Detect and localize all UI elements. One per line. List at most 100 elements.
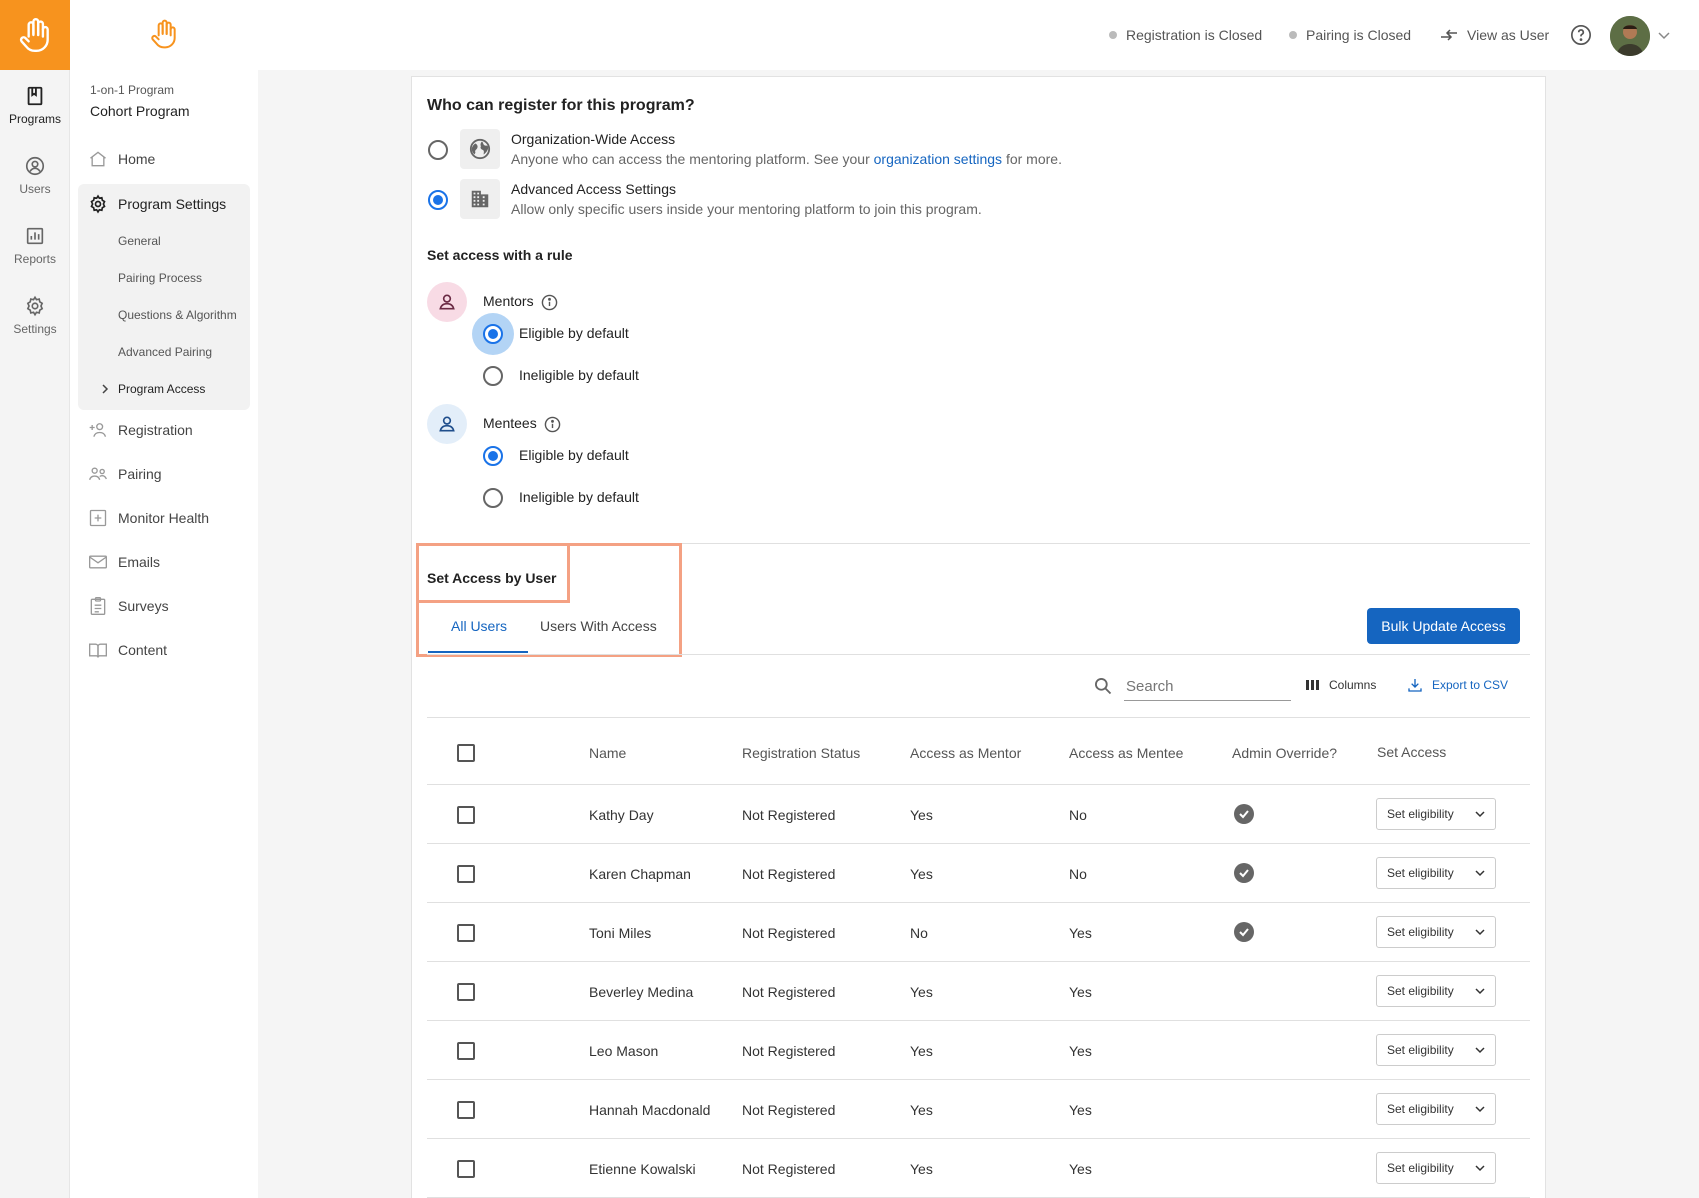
info-icon[interactable] (544, 416, 561, 433)
set-eligibility-select[interactable]: Set eligibility (1376, 1034, 1496, 1066)
set-eligibility-label: Set eligibility (1387, 1161, 1454, 1175)
rule-heading: Set access with a rule (427, 247, 573, 263)
people-icon (89, 467, 107, 481)
set-access-by-user-heading: Set Access by User (427, 570, 557, 586)
chevron-down-icon (1475, 1106, 1485, 1113)
person-icon (439, 416, 455, 432)
sidebar-item-program-settings[interactable]: Program Settings (78, 184, 250, 224)
row-checkbox[interactable] (457, 1042, 475, 1060)
row-checkbox[interactable] (457, 865, 475, 883)
cell-status: Not Registered (742, 1161, 836, 1177)
mentors-ineligible-label: Ineligible by default (519, 367, 639, 383)
sidebar-item-surveys[interactable]: Surveys (78, 586, 250, 626)
subnav-questions-algorithm[interactable]: Questions & Algorithm (118, 308, 237, 322)
rail-item-reports[interactable]: Reports (0, 210, 70, 280)
status-dot (1109, 31, 1117, 39)
hand-wave-icon (19, 18, 49, 53)
header-access-mentee[interactable]: Access as Mentee (1069, 745, 1183, 761)
search-icon (1095, 678, 1112, 695)
sidebar-item-content[interactable]: Content (78, 630, 250, 670)
org-wide-radio[interactable] (428, 140, 448, 160)
app-logo[interactable] (0, 0, 70, 70)
set-eligibility-select[interactable]: Set eligibility (1376, 975, 1496, 1007)
row-checkbox[interactable] (457, 1160, 475, 1178)
tab-users-with-access[interactable]: Users With Access (540, 618, 657, 634)
home-icon (90, 151, 106, 167)
mentees-eligible-radio[interactable] (483, 446, 503, 466)
subnav-advanced-pairing[interactable]: Advanced Pairing (118, 345, 212, 359)
chevron-down-icon (1475, 1165, 1485, 1172)
header-set-access[interactable]: Set Access (1377, 744, 1446, 760)
top-bar: Registration is Closed Pairing is Closed… (258, 0, 1699, 70)
cell-mentee: Yes (1069, 1161, 1092, 1177)
hand-wave-icon (151, 19, 176, 49)
subnav-general[interactable]: General (118, 234, 161, 248)
subnav-program-access[interactable]: Program Access (118, 382, 205, 396)
header-admin-override[interactable]: Admin Override? (1232, 745, 1337, 761)
cell-name: Hannah Macdonald (589, 1102, 711, 1118)
export-csv-button[interactable]: Export to CSV (1407, 677, 1508, 693)
tab-all-users[interactable]: All Users (451, 618, 507, 634)
cell-mentee: No (1069, 807, 1087, 823)
rail-item-programs[interactable]: Programs (0, 70, 70, 140)
mail-icon (89, 555, 107, 569)
header-name[interactable]: Name (589, 745, 626, 761)
avatar[interactable] (1610, 16, 1650, 56)
advanced-access-radio[interactable] (428, 190, 448, 210)
set-eligibility-select[interactable]: Set eligibility (1376, 798, 1496, 830)
cell-mentor: Yes (910, 807, 933, 823)
mentors-label: Mentors (483, 293, 534, 309)
advanced-access-title: Advanced Access Settings (511, 181, 676, 197)
org-wide-title: Organization-Wide Access (511, 131, 676, 147)
sidebar-item-home[interactable]: Home (78, 139, 250, 179)
row-checkbox[interactable] (457, 1101, 475, 1119)
sidebar-item-registration[interactable]: Registration (78, 410, 250, 450)
row-checkbox[interactable] (457, 983, 475, 1001)
row-checkbox[interactable] (457, 924, 475, 942)
chevron-down-icon[interactable] (1658, 31, 1670, 41)
header-access-mentor[interactable]: Access as Mentor (910, 745, 1021, 761)
open-book-icon (89, 643, 107, 658)
sidebar-item-monitor-health[interactable]: Monitor Health (78, 498, 250, 538)
rail-item-settings[interactable]: Settings (0, 280, 70, 350)
columns-label: Columns (1329, 678, 1377, 692)
select-all-checkbox[interactable] (457, 744, 475, 762)
help-icon[interactable] (1570, 24, 1592, 46)
mentor-avatar (427, 282, 467, 322)
sidebar-item-label: Monitor Health (118, 510, 210, 526)
set-eligibility-select[interactable]: Set eligibility (1376, 1152, 1496, 1184)
check-circle-icon (1234, 804, 1254, 824)
row-checkbox[interactable] (457, 806, 475, 824)
set-eligibility-select[interactable]: Set eligibility (1376, 857, 1496, 889)
view-as-user-button[interactable]: View as User (1439, 27, 1549, 43)
cell-mentor: Yes (910, 866, 933, 882)
cell-name: Toni Miles (589, 925, 652, 941)
cell-status: Not Registered (742, 1102, 836, 1118)
program-name: Cohort Program (90, 103, 190, 119)
sidebar-item-pairing[interactable]: Pairing (78, 454, 250, 494)
rail-item-users[interactable]: Users (0, 140, 70, 210)
org-wide-description: Anyone who can access the mentoring plat… (511, 151, 1062, 167)
set-eligibility-select[interactable]: Set eligibility (1376, 1093, 1496, 1125)
sidebar-item-emails[interactable]: Emails (78, 542, 250, 582)
status-dot (1289, 31, 1297, 39)
info-icon[interactable] (541, 294, 558, 311)
sidebar-item-label: Registration (118, 422, 193, 438)
header-registration-status[interactable]: Registration Status (742, 745, 860, 761)
mentees-eligible-label: Eligible by default (519, 447, 629, 463)
mentors-eligible-radio[interactable] (483, 324, 503, 344)
table-top-divider (427, 717, 1530, 718)
set-eligibility-select[interactable]: Set eligibility (1376, 916, 1496, 948)
sidebar-item-label: Content (118, 642, 168, 658)
columns-button[interactable]: Columns (1306, 678, 1376, 692)
user-avatar-icon (1610, 16, 1650, 56)
cell-mentor: Yes (910, 1161, 933, 1177)
cell-status: Not Registered (742, 1043, 836, 1059)
organization-settings-link[interactable]: organization settings (874, 151, 1002, 167)
subnav-pairing-process[interactable]: Pairing Process (118, 271, 202, 285)
mentees-ineligible-radio[interactable] (483, 488, 503, 508)
bulk-update-access-button[interactable]: Bulk Update Access (1367, 608, 1520, 644)
set-eligibility-label: Set eligibility (1387, 1043, 1454, 1057)
search-input[interactable] (1124, 673, 1291, 701)
mentors-ineligible-radio[interactable] (483, 366, 503, 386)
